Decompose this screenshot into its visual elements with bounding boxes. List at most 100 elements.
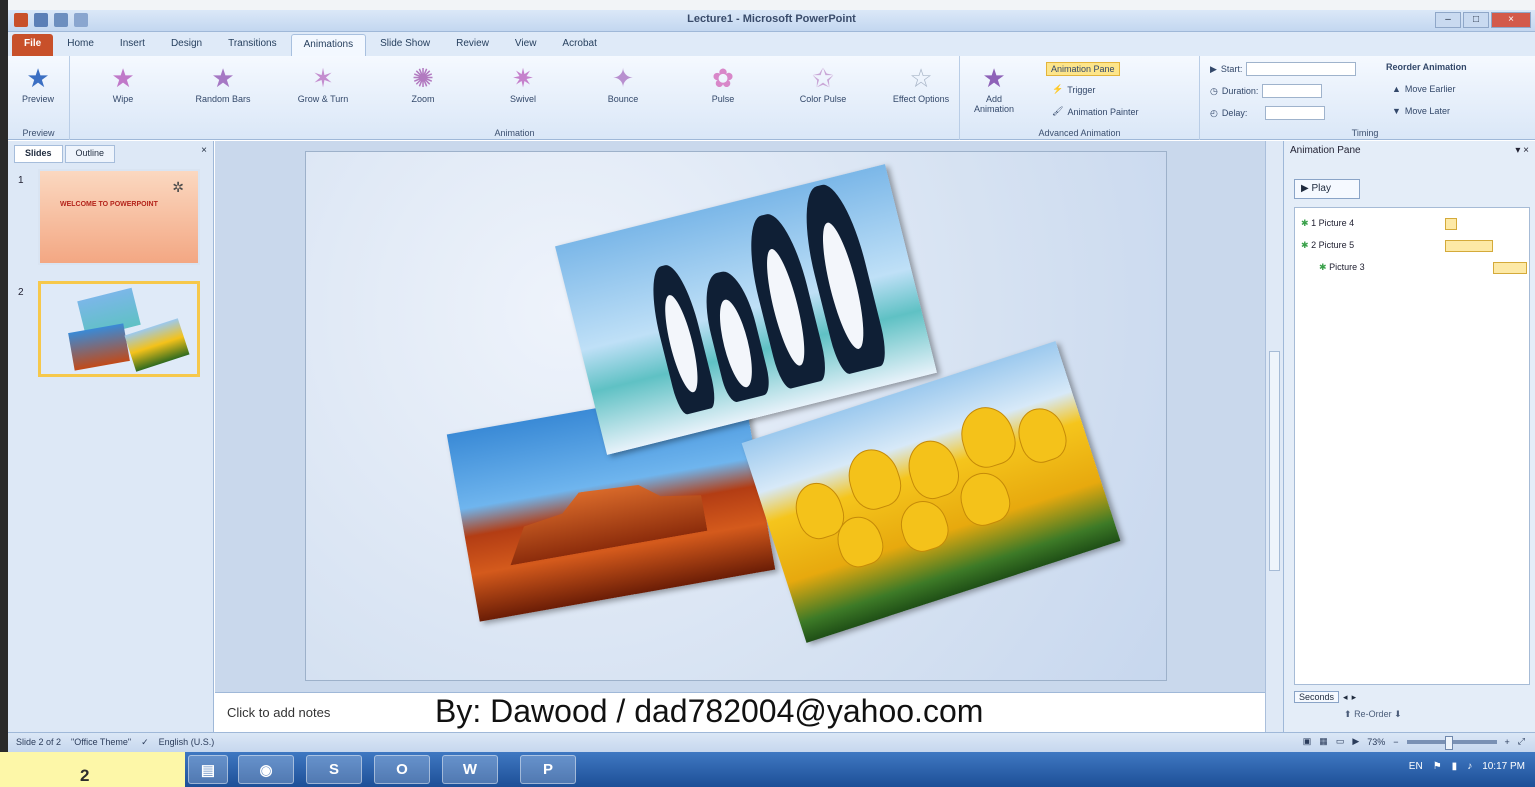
tab-view[interactable]: View [503,34,549,56]
spellcheck-icon[interactable]: ✓ [141,737,149,748]
animation-pane-label: Animation Pane [1046,62,1120,76]
minimize-button[interactable]: – [1435,12,1461,28]
seconds-dropdown[interactable]: Seconds [1294,691,1340,703]
tab-review[interactable]: Review [444,34,501,56]
close-button[interactable]: × [1491,12,1531,28]
page-number: 2 [80,766,90,785]
start-icon: ▶ [1210,63,1217,74]
windows-taskbar: ▤ ◉ S O W P EN ⚑ ▮ ♪ 10:17 PM [0,752,1535,787]
slide-sorter-icon[interactable]: ▦ [1319,736,1328,747]
maximize-button[interactable]: □ [1463,12,1489,28]
clock[interactable]: 10:17 PM [1482,761,1525,772]
powerpoint-letter: P [542,761,553,778]
reorder-down-icon[interactable]: ⬇ [1394,709,1402,719]
trigger-icon: ⚡ [1052,84,1064,94]
zoom-slider[interactable] [1406,735,1497,750]
flag-tray-icon[interactable]: ⚑ [1433,761,1442,772]
tab-slide-show[interactable]: Slide Show [368,34,442,56]
notes-pane[interactable]: Click to add notes By: Dawood / dad78200… [215,692,1265,732]
animation-random-bars[interactable]: ★ Random Bars [190,62,256,104]
powerpoint-taskbar-icon[interactable]: P [520,755,576,784]
volume-tray-icon[interactable]: ♪ [1467,761,1472,772]
animation-swivel-label: Swivel [509,94,536,104]
delay-icon: ◴ [1210,107,1218,118]
timeline-back-icon[interactable]: ◂ [1343,692,1348,703]
add-animation-button[interactable]: ★ Add Animation [966,62,1022,114]
bounce-star-icon: ✦ [612,63,634,93]
delay-spinner[interactable] [1265,106,1326,120]
pane-options-icon[interactable]: ▾ × [1515,145,1529,157]
animation-zoom[interactable]: ✺ Zoom [390,62,456,104]
zoom-in-icon[interactable]: + [1505,737,1510,747]
tab-file[interactable]: File [12,34,54,56]
animation-bounce[interactable]: ✦ Bounce [590,62,656,104]
language-indicator[interactable]: English (U.S.) [159,737,215,748]
trigger-button[interactable]: ⚡ Trigger [1052,84,1095,95]
scrollbar-thumb[interactable] [1269,351,1280,571]
skype-taskbar-icon[interactable]: S [306,755,362,784]
theme-name[interactable]: "Office Theme" [71,737,131,748]
notes-placeholder[interactable]: Click to add notes [227,705,330,720]
network-tray-icon[interactable]: ▮ [1452,761,1458,772]
rock-formation [500,472,707,566]
zoom-level[interactable]: 73% [1367,737,1385,747]
reorder-label: Re-Order [1354,709,1392,719]
timeline-footer: Seconds ◂ ▸ [1294,689,1530,705]
tab-slides[interactable]: Slides [14,145,63,163]
mini-desert-photo [68,323,130,371]
tab-design[interactable]: Design [159,34,214,56]
media-taskbar-icon[interactable]: ◉ [238,755,294,784]
timing-bar [1445,218,1457,230]
reorder-controls[interactable]: ⬆ Re-Order ⬇ [1344,709,1402,720]
slideshow-icon[interactable]: ▶ [1352,736,1359,747]
animation-painter-button[interactable]: 🖌 Animation Painter [1052,106,1138,117]
slide-thumbnail-2[interactable] [38,281,200,377]
move-later-button[interactable]: ▼ Move Later [1392,106,1450,116]
page-number-box: 2 [0,752,185,787]
word-taskbar-icon[interactable]: W [442,755,498,784]
start-select[interactable] [1246,62,1357,76]
normal-view-icon[interactable]: ▣ [1303,736,1312,747]
preview-button[interactable]: ★ Preview [8,62,68,104]
animation-item-label: Picture 3 [1329,262,1365,272]
tab-home[interactable]: Home [55,34,106,56]
animation-grow-turn[interactable]: ✶ Grow & Turn [290,62,356,104]
reading-view-icon[interactable]: ▭ [1336,736,1345,747]
reorder-up-icon[interactable]: ⬆ [1344,709,1352,719]
timeline-forward-icon[interactable]: ▸ [1352,692,1357,703]
animation-wipe[interactable]: ★ Wipe [90,62,156,104]
reorder-title: Reorder Animation [1386,62,1467,72]
animation-pane-button[interactable]: Animation Pane [1046,62,1120,76]
effect-options-button[interactable]: ☆ Effect Options [890,62,952,104]
animation-pulse[interactable]: ✿ Pulse [690,62,756,104]
duration-control[interactable]: ◷ Duration: [1210,84,1323,98]
slide-thumbnail-1[interactable]: WELCOME TO POWERPOINT ✲ [38,169,200,265]
tab-animations[interactable]: Animations [290,34,367,56]
tab-insert[interactable]: Insert [108,34,157,56]
animation-item[interactable]: ✱ 2 Picture 5 [1301,240,1354,251]
duration-spinner[interactable] [1262,84,1323,98]
move-earlier-button[interactable]: ▲ Move Earlier [1392,84,1455,94]
explorer-taskbar-icon[interactable]: ▤ [188,755,228,784]
play-button[interactable]: ▶ Play [1294,179,1360,199]
animation-swivel[interactable]: ✷ Swivel [490,62,556,104]
outlook-taskbar-icon[interactable]: O [374,755,430,784]
tab-transitions[interactable]: Transitions [216,34,289,56]
animation-item[interactable]: ✱ 1 Picture 4 [1301,218,1354,229]
start-control[interactable]: ▶ Start: [1210,62,1357,76]
tab-outline[interactable]: Outline [64,145,116,163]
tab-acrobat[interactable]: Acrobat [550,34,608,56]
animation-list: ✱ 1 Picture 4 ✱ 2 Picture 5 ✱ Picture 3 [1294,207,1530,685]
language-tray-icon[interactable]: EN [1409,761,1423,772]
fit-slide-icon[interactable]: ⤢ [1518,736,1525,747]
slide-canvas[interactable] [305,151,1167,681]
move-later-label: Move Later [1404,106,1450,116]
slide-vertical-scrollbar[interactable] [1265,141,1283,732]
slide1-star-icon: ✲ [172,179,184,195]
animation-color-pulse[interactable]: ✩ Color Pulse [790,62,856,104]
zoom-out-icon[interactable]: − [1393,737,1398,747]
animation-item[interactable]: ✱ Picture 3 [1319,262,1365,273]
panel-close-icon[interactable]: × [201,145,207,163]
delay-control[interactable]: ◴ Delay: [1210,106,1326,120]
duration-label: Duration: [1221,86,1259,96]
